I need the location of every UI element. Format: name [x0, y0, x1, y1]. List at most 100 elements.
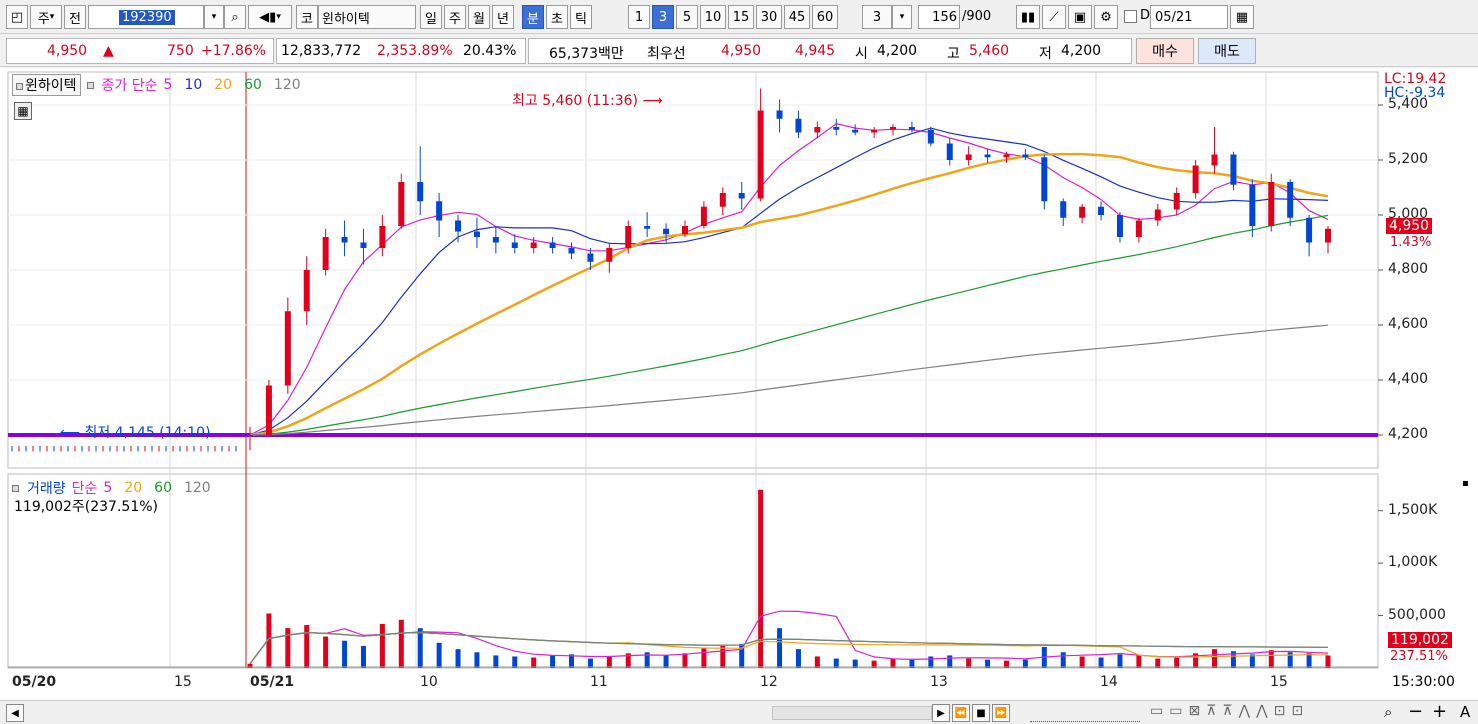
sound-button[interactable]: ◀▮ ▾: [248, 5, 292, 29]
period-button[interactable]: 일: [420, 5, 442, 29]
interval-button[interactable]: 5: [676, 5, 698, 29]
speaker-icon: ◀▮: [259, 9, 277, 25]
period-button[interactable]: 월: [468, 5, 490, 29]
time-axis-label: 05/21: [250, 674, 295, 690]
candle-body: [681, 226, 688, 235]
candle-body: [757, 110, 764, 199]
window-menu-icon[interactable]: ◰: [6, 5, 28, 29]
candle-type-button[interactable]: ▮▮: [1016, 5, 1040, 29]
legend-ma-period: 20: [214, 77, 233, 93]
volume-bar: [436, 642, 442, 668]
interval-button[interactable]: 10: [700, 5, 726, 29]
forward-icon[interactable]: ⏩: [992, 704, 1010, 722]
candle-body: [1306, 217, 1313, 243]
period-button[interactable]: 초: [546, 5, 568, 29]
interval-button[interactable]: 15: [728, 5, 754, 29]
code-dropdown-button[interactable]: ▾: [204, 5, 224, 29]
candle-body: [284, 311, 291, 386]
stock-name-field[interactable]: 윈하이텍: [318, 5, 416, 29]
stop-icon[interactable]: ■: [972, 704, 990, 722]
volume-legend: 거래량 단순 5 20 60 120: [12, 478, 211, 498]
scroll-right-icon[interactable]: ▶: [932, 704, 950, 722]
candle-body: [1116, 215, 1123, 237]
candle-body: [587, 253, 594, 262]
interval-select[interactable]: 3: [862, 5, 892, 29]
save-button[interactable]: ▣: [1068, 5, 1092, 29]
time-axis-label: 10: [420, 674, 438, 690]
buy-button[interactable]: 매수: [1136, 38, 1194, 64]
date-value: 05/21: [1155, 9, 1193, 25]
interval-button[interactable]: 45: [784, 5, 810, 29]
candle-body: [1098, 206, 1105, 215]
price-tick-label: 5,400: [1388, 96, 1429, 112]
volume-bar: [1098, 657, 1104, 668]
legend-stock-name[interactable]: 윈하이텍: [12, 74, 81, 96]
panel-close-icon[interactable]: ▪: [1462, 478, 1469, 489]
low-label: 저: [1039, 46, 1052, 62]
interval-button[interactable]: 30: [756, 5, 782, 29]
price-tick-label: 4,600: [1388, 316, 1429, 332]
font-size-icon[interactable]: A: [1460, 703, 1470, 721]
candle-body: [852, 129, 859, 133]
time-axis-label: 11: [590, 674, 608, 690]
prev-label: 전: [69, 11, 81, 27]
interval-button[interactable]: 3: [652, 5, 674, 29]
candle-icon: ▮▮: [1020, 9, 1036, 25]
zoom-in-icon[interactable]: +: [1432, 701, 1447, 722]
date-input[interactable]: 05/21: [1150, 5, 1228, 29]
ma-line-10: [249, 127, 1329, 436]
date-checkbox[interactable]: [1124, 10, 1137, 23]
code-input[interactable]: 192390: [88, 5, 204, 29]
period-button[interactable]: 주: [444, 5, 466, 29]
legend-ma-period: 120: [273, 77, 301, 93]
best-ask: 4,950: [721, 43, 762, 59]
scroll-left-icon[interactable]: ◀: [6, 704, 24, 722]
interval-button[interactable]: 60: [812, 5, 838, 29]
data-table-icon[interactable]: ▦: [14, 102, 32, 120]
volume-bar: [493, 655, 499, 668]
period-button[interactable]: 분: [522, 5, 544, 29]
legend-ma-period: 60: [244, 77, 262, 93]
last-price-tag: 4,950: [1386, 218, 1433, 234]
prev-button[interactable]: 전: [64, 5, 86, 29]
market-select[interactable]: 주 ▾: [30, 5, 62, 29]
volume-bar: [417, 628, 423, 668]
rewind-icon[interactable]: ⏪: [952, 704, 970, 722]
legend-ma-period: 20: [124, 480, 143, 496]
time-right-label: 15:30:00: [1392, 674, 1455, 690]
candle-body: [1173, 193, 1180, 210]
chart-area[interactable]: 윈하이텍 종가 단순 5 10 20 60 120 ▦ 최고 5,460 (11:36)…: [0, 68, 1478, 724]
period-button[interactable]: 틱: [570, 5, 592, 29]
volume-ma-line-20: [249, 631, 1328, 665]
up-arrow-icon: ▲: [103, 43, 114, 59]
trend-tool-button[interactable]: ⟋: [1042, 5, 1066, 29]
chart-canvas[interactable]: [0, 68, 1478, 700]
count-total: /900: [962, 9, 992, 24]
interval-button[interactable]: 1: [628, 5, 650, 29]
chevron-down-icon: ▾: [49, 12, 55, 22]
calendar-button[interactable]: ▦: [1230, 5, 1254, 29]
count-input[interactable]: 156: [918, 5, 960, 29]
horizontal-scrollbar[interactable]: [772, 706, 932, 720]
price-tick-label: 4,400: [1388, 371, 1429, 387]
volume-ma-line-5: [249, 610, 1329, 665]
period-button[interactable]: 년: [492, 5, 514, 29]
zoom-slider[interactable]: [1030, 704, 1140, 722]
interval-dropdown-button[interactable]: ▾: [892, 5, 912, 29]
time-axis-label: 05/20: [12, 674, 57, 690]
volume-bar: [360, 645, 366, 668]
last-price-pct: 1.43%: [1390, 235, 1432, 250]
drawing-tools-icon[interactable]: ▭▭⊠⊼⊼⋀⋀⊡⊡: [1150, 703, 1309, 719]
settings-button[interactable]: ⚙: [1094, 5, 1118, 29]
volume-pct: 2,353.89%: [377, 43, 453, 59]
candle-body: [984, 154, 991, 158]
search-button[interactable]: ⌕: [224, 5, 246, 29]
zoom-search-icon[interactable]: ⌕: [1384, 703, 1392, 721]
zoom-out-icon[interactable]: −: [1408, 701, 1423, 722]
open-price: 4,200: [877, 43, 918, 59]
stock-name: 윈하이텍: [322, 11, 370, 27]
interval-select-value: 3: [872, 9, 882, 25]
candle-body: [700, 206, 707, 226]
sell-button[interactable]: 매도: [1198, 38, 1256, 64]
candle-body: [908, 127, 915, 130]
